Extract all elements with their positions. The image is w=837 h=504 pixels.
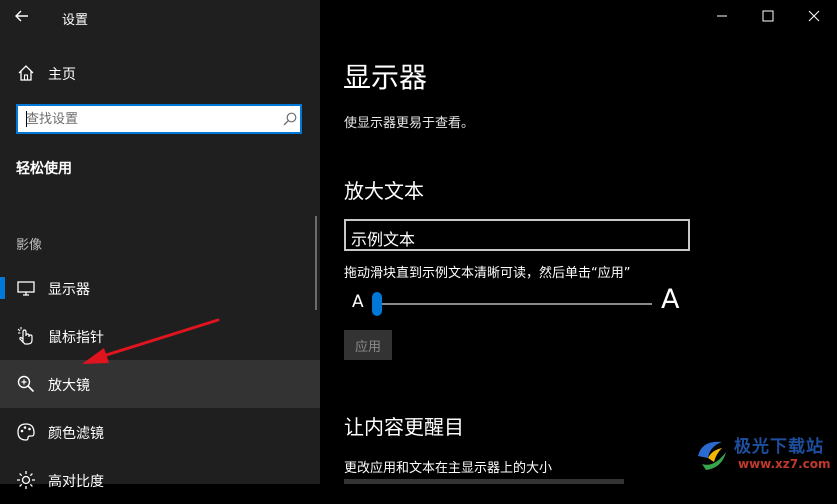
sidebar-item-label: 放大镜 [48, 378, 90, 394]
monitor-icon [16, 278, 36, 298]
text-size-slider-thumb[interactable] [372, 292, 382, 316]
watermark-logo-icon [698, 441, 726, 470]
sidebar-item-high-contrast[interactable]: 高对比度 [0, 456, 320, 504]
minimize-button[interactable] [699, 0, 745, 32]
close-icon [808, 10, 820, 22]
sidebar: 设置 主页 轻松使用 影像 显示器 [0, 0, 320, 490]
large-a-label: A [661, 284, 680, 315]
mouse-pointer-icon [16, 326, 36, 346]
color-filter-icon [16, 422, 36, 442]
back-button[interactable] [12, 6, 36, 26]
watermark-url: www.xz7.com [738, 457, 831, 471]
sidebar-item-mouse-pointer[interactable]: 鼠标指针 [0, 312, 320, 360]
maximize-button[interactable] [745, 0, 791, 32]
scrollbar[interactable] [315, 216, 317, 310]
sample-text-box: 示例文本 [344, 219, 690, 251]
make-bigger-description: 更改应用和文本在主显示器上的大小 [344, 461, 553, 476]
search-field[interactable] [16, 104, 302, 134]
section-title: 轻松使用 [16, 161, 72, 177]
sidebar-item-label: 显示器 [48, 282, 90, 298]
scale-dropdown[interactable] [344, 479, 624, 484]
search-input[interactable] [26, 106, 266, 132]
window-title: 设置 [62, 13, 89, 28]
minimize-icon [717, 15, 727, 17]
group-label: 影像 [16, 238, 43, 253]
maximize-icon [762, 10, 774, 22]
close-button[interactable] [791, 0, 837, 32]
sidebar-item-color-filter[interactable]: 颜色滤镜 [0, 408, 320, 456]
sample-text: 示例文本 [351, 230, 416, 249]
sidebar-item-label: 鼠标指针 [48, 330, 104, 346]
sidebar-item-label: 高对比度 [48, 474, 104, 490]
text-size-slider-track[interactable] [372, 303, 652, 305]
watermark: 极光下载站 www.xz7.com [690, 430, 831, 480]
slider-hint: 拖动滑块直到示例文本清晰可读，然后单击“应用” [344, 266, 631, 281]
make-bigger-heading: 让内容更醒目 [344, 415, 464, 439]
apply-button[interactable]: 应用 [344, 330, 392, 360]
page-description: 使显示器更易于查看。 [344, 116, 475, 131]
sidebar-item-label: 颜色滤镜 [48, 426, 104, 442]
small-a-label: A [352, 292, 364, 312]
back-arrow-icon [15, 10, 28, 22]
home-icon [16, 63, 36, 83]
sidebar-item-display[interactable]: 显示器 [0, 264, 320, 312]
enlarge-text-heading: 放大文本 [344, 179, 424, 203]
watermark-brand: 极光下载站 [734, 437, 824, 457]
search-icon[interactable] [282, 111, 298, 131]
sidebar-item-home[interactable]: 主页 [0, 49, 320, 97]
sidebar-item-magnifier[interactable]: 放大镜 [0, 360, 320, 408]
sidebar-item-label: 主页 [48, 67, 76, 83]
magnifier-icon [16, 374, 36, 394]
contrast-icon [16, 470, 36, 490]
page-title: 显示器 [343, 61, 428, 94]
